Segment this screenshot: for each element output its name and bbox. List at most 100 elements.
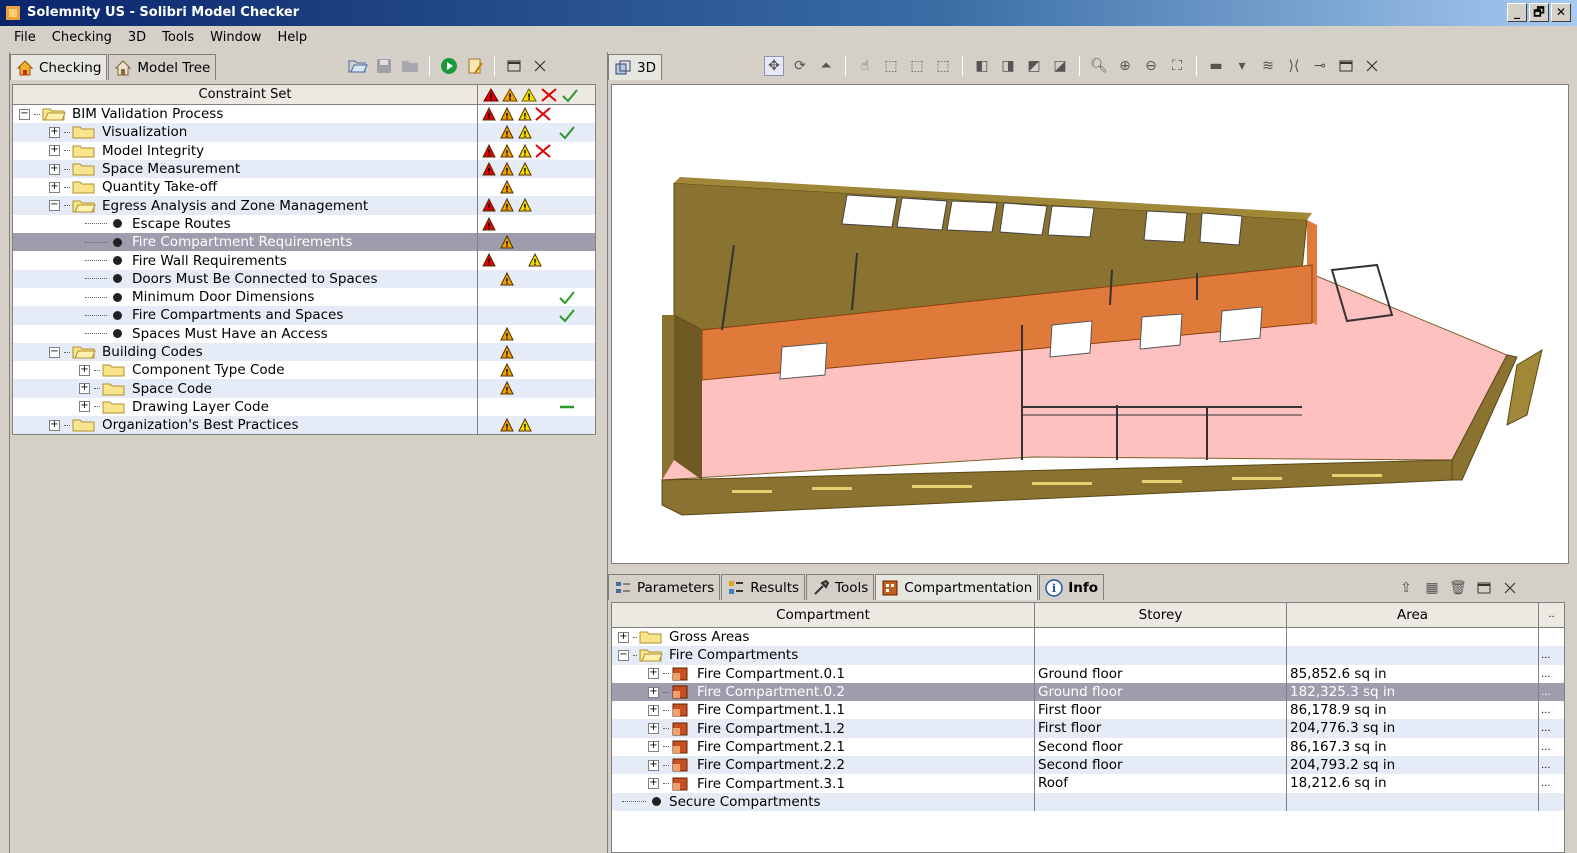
expand-toggle[interactable]: + [648,668,659,680]
expand-toggle[interactable]: + [49,145,60,157]
report-icon[interactable] [465,56,485,76]
collapse-toggle[interactable]: − [19,108,30,120]
delete-icon[interactable]: 🗑︎ [1448,578,1468,598]
tab-3d[interactable]: 3D [608,54,662,80]
layers-icon[interactable]: ≋ [1258,56,1278,76]
cube-icon[interactable]: ◧ [972,56,992,76]
expand-toggle[interactable]: + [648,704,659,716]
table-row[interactable]: + Fire Compartment.0.2 Ground floor 182,325… [612,682,1564,702]
table-row[interactable]: + Fire Compartment.2.2 Second floor 204,793… [612,756,1564,775]
expand-toggle[interactable]: + [79,364,90,376]
menu-tools[interactable]: Tools [154,30,202,45]
expand-toggle[interactable]: + [648,686,659,698]
area-header[interactable]: Area [1287,603,1539,627]
tree-row[interactable]: + Organization's Best Practices!! [13,416,595,435]
table-row[interactable]: Secure Compartments [612,792,1564,811]
close-panel-icon[interactable] [530,56,550,76]
close-view-icon[interactable] [1362,56,1382,76]
menu-window[interactable]: Window [202,30,269,45]
slider-icon[interactable]: ⊸ [1310,56,1330,76]
tree-row[interactable]: Minimum Door Dimensions [13,287,595,307]
expand-toggle[interactable]: + [49,163,60,175]
storey-header[interactable]: Storey [1035,603,1287,627]
tree-row[interactable]: + Quantity Take-off! [13,178,595,197]
select-remove-icon[interactable]: ⬚ [933,56,953,76]
building-model[interactable] [612,85,1568,563]
maximize-button[interactable]: 🗗 [1529,3,1549,22]
rotate-icon[interactable]: ⟳ [790,56,810,76]
zoom-selected-icon[interactable]: 🔍︎ [1089,56,1109,76]
expand-toggle[interactable]: + [618,631,629,643]
folder-gray-icon[interactable] [400,56,420,76]
tree-row[interactable]: + Model Integrity!!! [13,141,595,160]
tree-row[interactable]: − Egress Analysis and Zone Management!!! [13,196,595,215]
tree-row[interactable]: + Space Measurement!!! [13,159,595,179]
constraint-set-header[interactable]: Constraint Set [13,85,478,104]
tree-row[interactable]: Fire Compartment Requirements! [13,233,595,252]
tab-info[interactable]: i Info [1039,574,1105,600]
tree-row[interactable]: + Drawing Layer Code [13,397,595,417]
zoom-extents-icon[interactable]: ⛶ [1167,56,1187,76]
menu-checking[interactable]: Checking [44,30,120,45]
tree-row[interactable]: Fire Wall Requirements!! [13,251,595,270]
maximize-grid-icon[interactable] [1474,578,1494,598]
pan-icon[interactable]: ✥ [764,56,784,76]
maximize-panel-icon[interactable] [504,56,524,76]
tree-row[interactable]: + Visualization!! [13,123,595,142]
export-icon[interactable]: ⇪ [1396,578,1416,598]
zoom-out-icon[interactable]: ⊖ [1141,56,1161,76]
menu-help[interactable]: Help [269,30,315,45]
menu-3d[interactable]: 3D [120,30,154,45]
tree-row[interactable]: − BIM Validation Process!!! [13,105,595,124]
tab-tools[interactable]: Tools [806,574,875,600]
table-row[interactable]: + Fire Compartment.1.1 First floor 86,178.9… [612,701,1564,720]
run-check-icon[interactable] [439,56,459,76]
select-add-icon[interactable]: ⬚ [907,56,927,76]
dropdown-arrow-icon[interactable]: ▾ [1232,56,1252,76]
collapse-toggle[interactable]: − [49,346,60,358]
expand-toggle[interactable]: + [648,723,659,735]
save-icon[interactable] [374,56,394,76]
menu-file[interactable]: File [6,30,44,45]
maximize-view-icon[interactable] [1336,56,1356,76]
expand-toggle[interactable]: + [49,181,60,193]
expand-toggle[interactable]: + [79,383,90,395]
close-button[interactable]: ✕ [1551,3,1571,22]
table-row[interactable]: + Fire Compartment.1.2 First floor 204,776.… [612,719,1564,738]
expand-toggle[interactable]: + [648,778,659,790]
expand-toggle[interactable]: + [79,401,90,413]
section-icon[interactable]: ⟩⟨ [1284,56,1304,76]
3d-view-canvas[interactable] [611,84,1569,564]
expand-toggle[interactable]: + [648,759,659,771]
expand-toggle[interactable]: + [648,741,659,753]
tree-row[interactable]: Spaces Must Have an Access! [13,324,595,343]
tree-row[interactable]: − Building Codes! [13,342,595,362]
tab-parameters[interactable]: Parameters [608,574,721,600]
table-settings-icon[interactable]: ▦ [1422,578,1442,598]
table-row[interactable]: − Fire Compartments... [612,646,1564,665]
tree-row[interactable]: Doors Must Be Connected to Spaces! [13,269,595,288]
tree-row[interactable]: + Component Type Code! [13,361,595,380]
tree-row[interactable]: Fire Compartments and Spaces [13,306,595,325]
open-folder-icon[interactable] [348,56,368,76]
expand-toggle[interactable]: + [49,419,60,431]
tab-compartmentation[interactable]: Compartmentation [875,574,1039,600]
more-columns-header[interactable]: .. [1539,603,1564,627]
cube-hide-icon[interactable]: ◪ [1050,56,1070,76]
compartment-header[interactable]: Compartment [612,603,1035,627]
minimize-button[interactable]: _ [1507,3,1527,22]
fly-icon[interactable]: ⏶ [816,56,836,76]
tree-row[interactable]: Escape Routes! [13,214,595,234]
display-mode-icon[interactable]: ▬ [1206,56,1226,76]
cube-wire-icon[interactable]: ◩ [1024,56,1044,76]
table-row[interactable]: + Fire Compartment.0.1 Ground floor 85,852.… [612,664,1564,683]
tab-model-tree[interactable]: Model Tree [108,54,217,80]
tab-results[interactable]: Results [721,574,806,600]
collapse-toggle[interactable]: − [618,649,629,661]
select-box-icon[interactable]: ⬚ [881,56,901,76]
close-grid-icon[interactable] [1500,578,1520,598]
expand-toggle[interactable]: + [49,126,60,138]
tab-checking[interactable]: Checking [10,54,108,80]
table-row[interactable]: + Fire Compartment.2.1 Second floor 86,167.… [612,737,1564,757]
collapse-toggle[interactable]: − [49,200,60,212]
